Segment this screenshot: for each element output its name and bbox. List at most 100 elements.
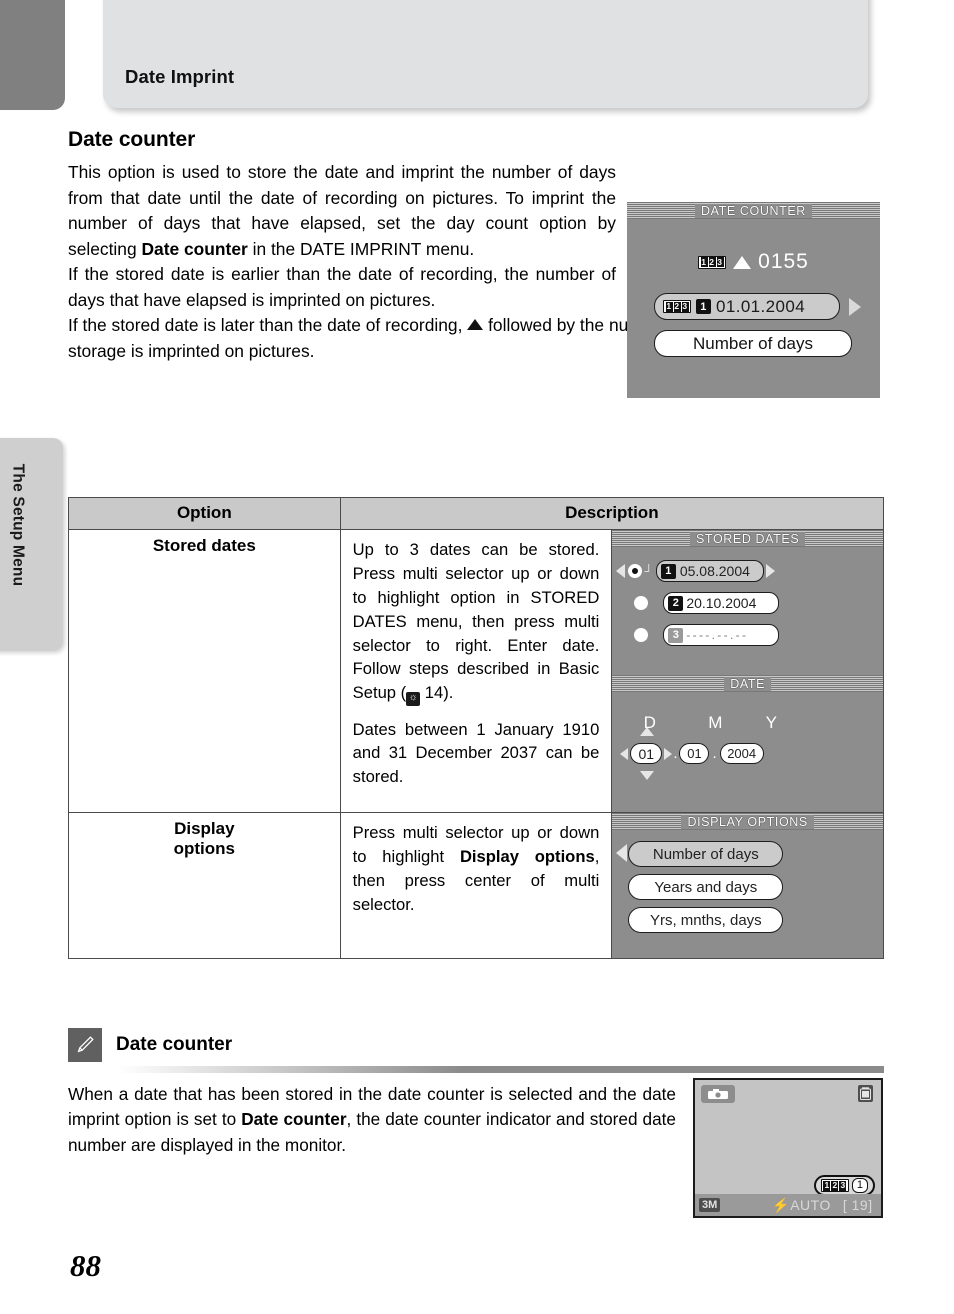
date-entry-row: 01 . 01 . 2004 xyxy=(612,727,883,780)
triangle-down-icon[interactable] xyxy=(640,771,655,780)
flash-icon: ⚡ xyxy=(772,1196,791,1213)
table-header-description: Description xyxy=(339,497,885,530)
intro-p1-part-b: in the DATE IMPRINT menu. xyxy=(247,238,475,259)
intro-p1-bold: Date counter xyxy=(141,238,248,259)
return-arrow-icon: ┘ xyxy=(644,564,653,578)
stored-date-pill-2[interactable]: 2 20.10.2004 xyxy=(663,592,780,614)
stored-slot-badge: 1 xyxy=(660,563,676,579)
stored-date-value: 05.08.2004 xyxy=(679,563,750,579)
date-day-field[interactable]: 01 xyxy=(630,743,663,764)
stored-date-item-3[interactable]: 3 - - - - . - - . - - xyxy=(612,624,883,646)
date-day-value: 01 xyxy=(638,745,655,762)
note-header: Date counter xyxy=(68,1028,884,1062)
display-options-desc-bold: Display options xyxy=(459,846,595,866)
row-option-display-options: Display options xyxy=(68,812,341,959)
display-option-item-3[interactable]: Yrs, mnths, days xyxy=(628,907,784,933)
note-divider xyxy=(118,1066,884,1073)
display-options-paragraph: Press multi selector up or down to highl… xyxy=(353,821,600,917)
lcd-date-title: DATE xyxy=(612,675,883,692)
stored-dates-p1-b: ). xyxy=(443,683,454,703)
monitor-date-counter-indicator: 123 1 xyxy=(813,1175,875,1196)
stored-date-value: 20.10.2004 xyxy=(686,595,757,611)
display-options-label-line1: Display xyxy=(174,819,235,838)
stored-slot-badge: 1 xyxy=(696,299,711,314)
side-chapter-tab-label: The Setup Menu xyxy=(9,463,27,587)
flash-mode-indicator: ⚡AUTO xyxy=(772,1197,831,1214)
row-screenshot-display-options: DISPLAY OPTIONS Number of days Years and… xyxy=(611,812,884,959)
monitor-bottom-bar: 3M ⚡AUTO [ 19] xyxy=(695,1194,881,1216)
side-chapter-tab: The Setup Menu xyxy=(0,438,63,651)
book-reference-icon: ☼ xyxy=(406,691,421,706)
radio-selected[interactable] xyxy=(628,564,643,578)
lcd-stored-dates-screen: STORED DATES ┘ 1 05.08.2004 2 20.10.2004… xyxy=(612,530,883,675)
stored-date-item-1[interactable]: ┘ 1 05.08.2004 xyxy=(612,560,883,582)
date-month-field[interactable]: 01 xyxy=(679,743,710,764)
display-option-label: Years and days xyxy=(654,878,758,896)
date-label-year: Y xyxy=(765,713,777,732)
lcd-display-options-title: DISPLAY OPTIONS xyxy=(612,813,883,830)
stored-date-pill-1[interactable]: 1 05.08.2004 xyxy=(655,560,764,582)
intro-paragraph-1: This option is used to store the date an… xyxy=(68,160,616,262)
display-option-item-2[interactable]: Years and days xyxy=(628,874,784,900)
date-year-field[interactable]: 2004 xyxy=(719,743,764,764)
display-option-label: Number of days xyxy=(652,845,759,863)
options-table: Option Description Stored dates Up to 3 … xyxy=(68,497,885,959)
chapter-color-tab xyxy=(0,0,65,110)
date-counter-display-mode-row[interactable]: Number of days xyxy=(654,330,852,357)
triangle-right-icon[interactable] xyxy=(849,298,861,316)
triangle-right-icon[interactable] xyxy=(664,747,673,760)
lcd-date-title-text: DATE xyxy=(724,676,772,691)
lcd-date-counter-title-text: DATE COUNTER xyxy=(695,203,812,218)
lcd-stored-dates-title-text: STORED DATES xyxy=(690,531,806,546)
table-header-row: Option Description xyxy=(68,497,885,530)
lcd-display-options-title-text: DISPLAY OPTIONS xyxy=(681,814,814,829)
stored-dates-p1-ref: 14 xyxy=(424,683,444,703)
row-option-stored-dates: Stored dates xyxy=(68,529,341,813)
display-option-label: Yrs, mnths, days xyxy=(649,911,762,929)
stored-date-item-2[interactable]: 2 20.10.2004 xyxy=(612,592,883,614)
date-counter-stored-date-row[interactable]: 123 1 01.01.2004 xyxy=(654,293,840,320)
counter-123-icon: 123 xyxy=(663,300,691,313)
image-size-badge: 3M xyxy=(699,1198,721,1212)
triangle-up-icon xyxy=(733,255,752,269)
intro-text-column: This option is used to store the date an… xyxy=(68,160,616,313)
stored-date-pill-3[interactable]: 3 - - - - . - - . - - xyxy=(663,624,780,646)
note-body-bold: Date counter xyxy=(241,1109,347,1130)
lcd-display-options-screen: DISPLAY OPTIONS Number of days Years and… xyxy=(612,813,883,958)
date-counter-days-row: 123 0155 xyxy=(627,250,880,274)
stored-date-value: 01.01.2004 xyxy=(716,296,806,316)
stored-slot-badge: 2 xyxy=(668,595,684,611)
row-screenshot-stored-dates: STORED DATES ┘ 1 05.08.2004 2 20.10.2004… xyxy=(611,529,884,813)
display-option-item-1[interactable]: Number of days xyxy=(628,841,784,867)
triangle-up-inline-icon xyxy=(467,319,484,331)
lcd-date-counter-title: DATE COUNTER xyxy=(627,202,880,219)
display-options-label-line2: options xyxy=(173,839,236,858)
date-month-value: 01 xyxy=(687,746,702,761)
lcd-stored-dates-title: STORED DATES xyxy=(612,530,883,547)
radio-unselected[interactable] xyxy=(634,596,649,610)
section-title: Date counter xyxy=(68,128,196,151)
main-content: Date counter This option is used to stor… xyxy=(68,128,884,398)
date-year-value: 2004 xyxy=(727,746,757,761)
radio-unselected[interactable] xyxy=(634,628,649,642)
stored-dates-paragraph-2: Dates between 1 January 1910 and 31 Dece… xyxy=(352,719,600,787)
monitor-top-bar xyxy=(695,1080,881,1106)
triangle-right-icon[interactable] xyxy=(765,564,775,578)
lcd-date-counter-screen: DATE COUNTER 123 0155 123 1 01.01.2004 N… xyxy=(627,202,880,398)
triangle-left-icon[interactable] xyxy=(620,747,629,760)
date-label-month: M xyxy=(708,713,723,732)
note-body: When a date that has been stored in the … xyxy=(68,1082,676,1158)
table-row: Stored dates Up to 3 dates can be stored… xyxy=(68,529,884,813)
intro-block: This option is used to store the date an… xyxy=(68,160,884,398)
lcd-date-entry-screen: DATE D M Y 01 . 01 . 2004 xyxy=(612,675,883,812)
table-header-option: Option xyxy=(68,497,341,530)
triangle-up-icon[interactable] xyxy=(640,727,655,736)
triangle-left-icon[interactable] xyxy=(616,844,628,862)
battery-icon xyxy=(858,1085,873,1102)
note-box: Date counter When a date that has been s… xyxy=(68,1028,884,1218)
stored-dates-p1-a: Up to 3 dates can be stored. Press multi… xyxy=(352,540,600,703)
stored-date-value: - - - - . - - . - - xyxy=(686,628,746,642)
lcd-monitor-screen: 123 1 3M ⚡AUTO [ 19] xyxy=(693,1078,883,1218)
triangle-left-icon[interactable] xyxy=(616,564,626,578)
counter-123-icon: 123 xyxy=(820,1179,849,1192)
